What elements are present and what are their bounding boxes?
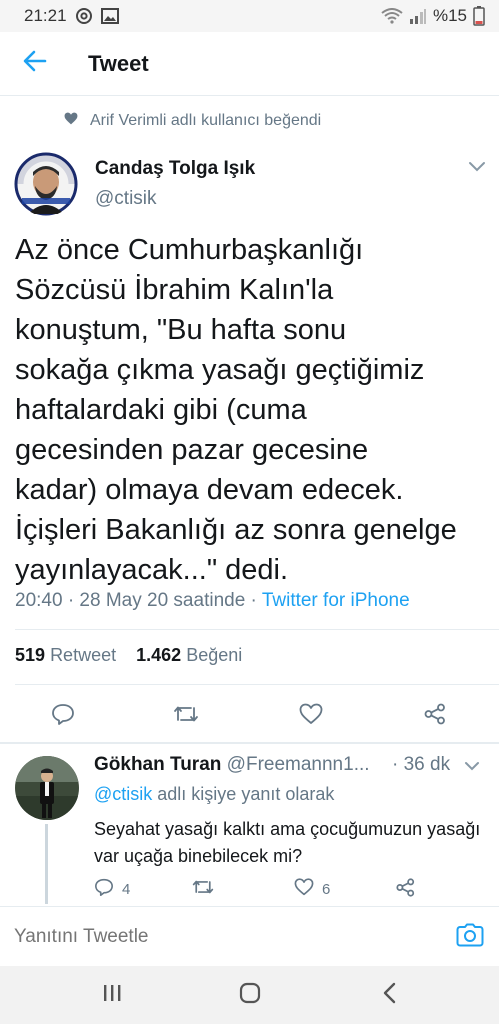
status-bar: 21:21 %15 [0,0,499,32]
like-button[interactable] [294,699,328,733]
image-notification-icon [100,8,119,24]
heart-icon [294,878,314,900]
battery-percent: %15 [432,6,467,25]
divider [15,684,499,685]
tweet-text: Az önce Cumhurbaşkanlığı Sözcüsü İbrahim … [15,230,485,590]
reply-actions: 4 6 [94,878,474,904]
camera-button[interactable] [452,921,488,953]
reply-input[interactable] [14,921,434,953]
home-icon [238,981,262,1010]
reply-header: Gökhan Turan @Freemannn1... [94,754,370,776]
tweet-text-line: haftalardaki gibi (cuma [15,394,307,426]
reply-author-name[interactable]: Gökhan Turan [94,754,221,775]
tweet-text-line: yayınlayacak..." dedi. [15,554,289,586]
reply-icon [94,878,114,900]
tweet-text-line: konuştum, "Bu hafta sonu [15,314,347,346]
heart-icon [299,703,323,730]
chevron-down-icon[interactable] [468,160,486,178]
reply-reply-button[interactable]: 4 [94,878,130,900]
at-sign-icon [75,7,93,25]
reply-reply-count: 4 [122,880,131,898]
reply-context: @ctisik adlı kişiye yanıt olarak [94,784,334,805]
tweet-text-line: Sözcüsü İbrahim Kalın'la [15,274,334,306]
tweet-text-line: Az önce Cumhurbaşkanlığı [15,234,364,266]
retweet-stat[interactable]: 519 Retweet [15,645,116,665]
reply-time: · 36 dk [392,754,451,775]
recent-apps-button[interactable] [92,978,132,1012]
reply-avatar[interactable] [15,756,79,820]
tweet-timestamp: 20:40 · 28 May 20 saatinde · [15,590,262,611]
tweet-stats: 519 Retweet 1.462 Beğeni [15,645,242,666]
reply-author-handle[interactable]: @Freemannn1... [227,754,370,775]
back-nav-button[interactable] [370,978,410,1012]
reply-icon [51,703,75,730]
retweet-count: 519 [15,645,46,665]
share-icon [424,703,446,730]
battery-icon [473,6,485,26]
retweet-icon [173,704,199,729]
system-nav-bar [0,966,499,1024]
divider [15,629,499,630]
retweet-label: Retweet [50,645,117,665]
tweet-text-line: sokağa çıkma yasağı geçtiğimiz [15,354,425,386]
back-button[interactable] [0,32,70,96]
app-bar: Tweet [0,32,499,96]
tweet-text-line: İçişleri Bakanlığı az sonra genelge [15,514,457,546]
share-button[interactable] [418,699,452,733]
author-avatar[interactable] [14,152,78,216]
reply-button[interactable] [46,699,80,733]
chevron-down-icon[interactable] [464,758,480,776]
like-count: 1.462 [136,645,182,665]
tweet-author: Candaş Tolga Işık @ctisik [14,148,486,218]
heart-filled-icon [64,112,78,130]
signal-icon [409,8,427,24]
tweet-meta: 20:40 · 28 May 20 saatinde · Twitter for… [15,590,410,612]
back-arrow-icon [23,50,47,77]
reply-composer [0,906,499,966]
retweet-button[interactable] [169,699,203,733]
retweet-icon [192,878,214,900]
wifi-icon [381,8,403,24]
status-time: 21:21 [24,6,67,25]
back-chevron-icon [382,982,398,1009]
reply-like-button[interactable]: 6 [294,878,330,900]
author-handle[interactable]: @ctisik [95,188,157,210]
reply-text: Seyahat yasağı kalktı ama çocuğumuzun ya… [94,819,481,866]
reply-context-text: adlı kişiye yanıt olarak [152,784,335,804]
tweet-source-link[interactable]: Twitter for iPhone [262,590,410,611]
reply-retweet-button[interactable] [192,878,214,900]
share-icon [396,878,415,901]
page-title: Tweet [88,50,149,76]
social-context[interactable]: Arif Verimli adlı kullanıcı beğendi [64,112,321,130]
tweet-text-line: gecesinden pazar gecesine [15,434,369,466]
reply-share-button[interactable] [396,878,415,901]
author-name[interactable]: Candaş Tolga Işık [95,158,255,180]
home-button[interactable] [230,978,270,1012]
tweet-text-line: kadar) olmaya devam edecek. [15,474,404,506]
tweet-actions [0,695,499,735]
camera-icon [456,923,484,952]
like-label: Beğeni [186,645,243,665]
recent-apps-icon [101,983,123,1008]
social-context-text: Arif Verimli adlı kullanıcı beğendi [90,112,322,129]
reply-mention-link[interactable]: @ctisik [94,784,152,804]
reply-tweet[interactable]: Gökhan Turan @Freemannn1... · 36 dk @cti… [0,744,499,906]
thread-line [45,824,48,904]
reply-like-count: 6 [322,880,331,898]
like-stat[interactable]: 1.462 Beğeni [136,645,242,665]
